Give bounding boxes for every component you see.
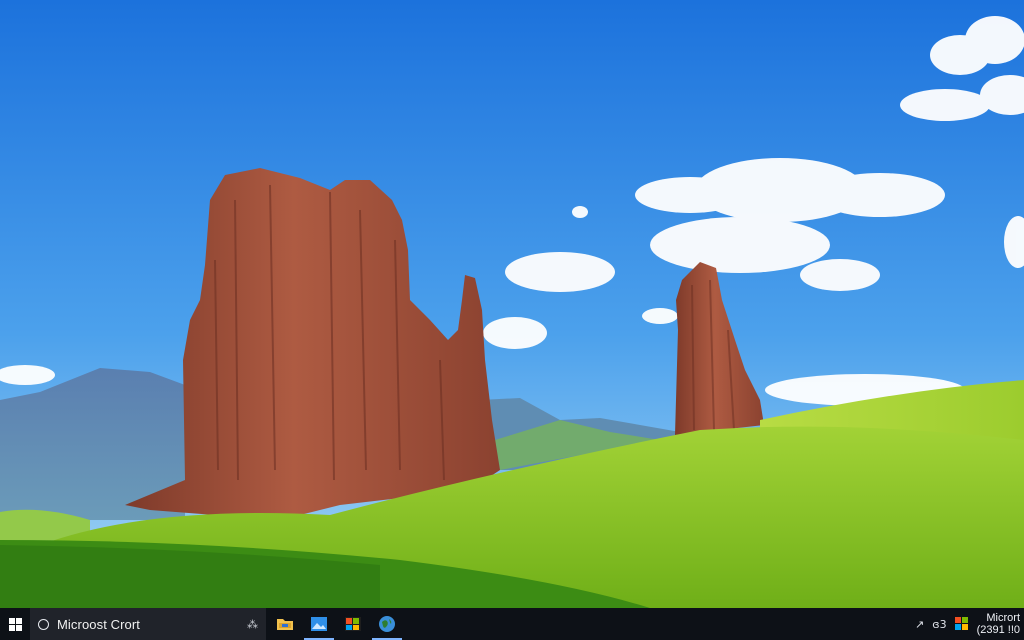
system-clock[interactable]: Micrort (2391 !!0: [977, 612, 1020, 636]
search-circle-icon: [38, 618, 49, 630]
photos-icon: [311, 617, 327, 631]
wallpaper-image: [0, 0, 1024, 608]
tray-arrow-icon[interactable]: ↗: [915, 618, 924, 631]
clock-bottom: (2391 !!0: [976, 624, 1020, 636]
taskbar-app-store[interactable]: [336, 608, 370, 640]
windows-logo-icon: [8, 617, 22, 631]
desktop-wallpaper: [0, 0, 1024, 608]
folder-icon: [277, 619, 293, 630]
start-button[interactable]: [0, 608, 30, 640]
taskbar-apps: [268, 608, 404, 640]
globe-icon: [379, 616, 395, 632]
taskbar-app-file-explorer[interactable]: [268, 608, 302, 640]
microphone-icon[interactable]: ⁂: [247, 618, 258, 631]
search-label: Microost Crort: [57, 616, 141, 632]
network-icon[interactable]: ɞ3: [932, 618, 946, 631]
tray-app-icon[interactable]: [954, 617, 969, 631]
store-tray-icon: [954, 617, 968, 630]
taskbar-app-browser[interactable]: [370, 608, 404, 640]
search-box[interactable]: Microost Crort ⁂: [30, 608, 266, 640]
system-tray: ↗ ɞ3 Micrort (2391 !!0: [911, 608, 1024, 640]
clock-top: Micrort: [986, 612, 1020, 624]
store-icon: [345, 617, 361, 631]
taskbar-app-photos[interactable]: [302, 608, 336, 640]
taskbar: Microost Crort ⁂ ↗ ɞ3 Micrort (2391 !!0: [0, 608, 1024, 640]
